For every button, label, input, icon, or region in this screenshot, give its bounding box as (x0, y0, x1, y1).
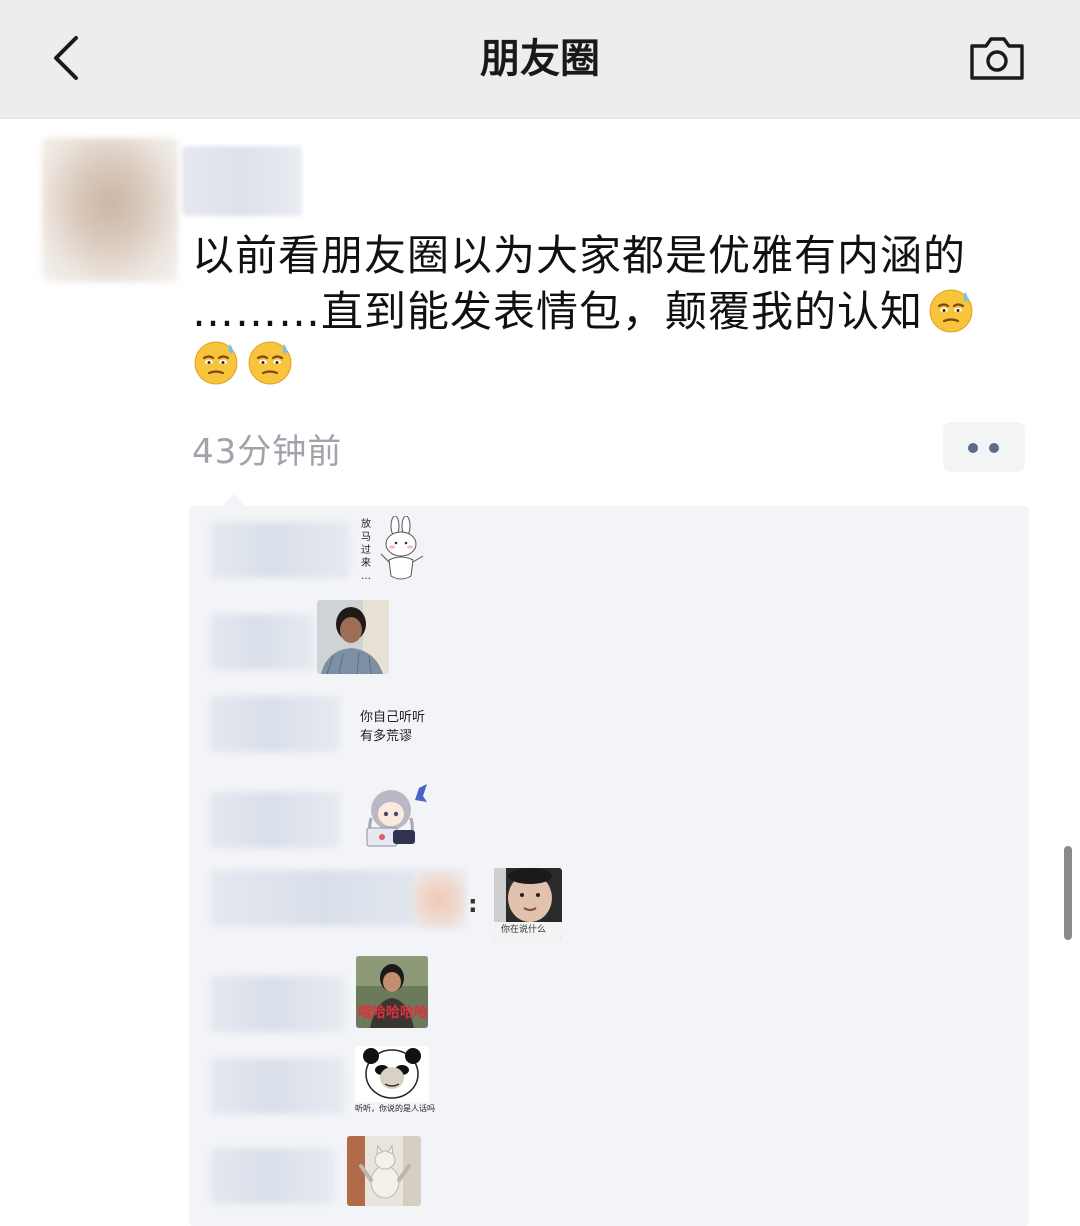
sticker-caption: 听听，你说的是人话吗 (355, 1104, 435, 1113)
commenter-name[interactable] (210, 522, 350, 578)
comment-row[interactable] (189, 782, 1029, 852)
sweat-smile-emoji-icon (248, 341, 292, 385)
cat-photo-sticker-icon[interactable] (347, 1136, 421, 1206)
woman-photo-sticker-icon[interactable] (317, 600, 389, 674)
anime-girl-laptop-sticker-icon[interactable] (357, 782, 429, 848)
comment-row[interactable]: 放 马 过 来 … (189, 516, 1029, 596)
avatar[interactable] (42, 138, 178, 282)
more-dot-icon (989, 443, 999, 453)
sweat-smile-emoji-icon (929, 289, 973, 333)
comment-row[interactable]: 你自己听听 有多荒谬 (189, 692, 1029, 756)
comment-row[interactable]: : 你在说什么 (189, 866, 1029, 942)
post-text-line-2-text: ………直到能发表情包，颠覆我的认知 (192, 287, 924, 336)
more-actions-button[interactable] (943, 422, 1025, 472)
post-text-line-2: ………直到能发表情包，颠覆我的认知 (192, 284, 1032, 340)
commenter-name[interactable] (210, 696, 340, 752)
nav-bar: 朋友圈 (0, 0, 1080, 119)
commenter-name[interactable] (210, 614, 315, 670)
blurred-avatar-inline (414, 872, 464, 928)
emoji-row (192, 338, 300, 390)
text-sticker[interactable]: 你自己听听 有多荒谬 (360, 708, 425, 746)
comment-row[interactable]: 哦哈哈哈哈 (189, 954, 1029, 1034)
rabbit-sticker-icon[interactable] (375, 516, 427, 586)
colon-separator: : (468, 890, 478, 918)
comments-panel: 放 马 过 来 … 你自己听听 有多荒谬: 你在说什么 哦哈哈哈哈 听听，你说… (189, 506, 1029, 1226)
post-content: 以前看朋友圈以为大家都是优雅有内涵的 ………直到能发表情包，颠覆我的认知 (192, 228, 1032, 340)
comment-row[interactable] (189, 1134, 1029, 1208)
commenter-name[interactable] (210, 976, 345, 1032)
page-title: 朋友圈 (480, 36, 600, 82)
more-dot-icon (968, 443, 978, 453)
comment-row[interactable] (189, 600, 1029, 680)
chevron-left-icon (54, 36, 78, 80)
scrollbar-thumb[interactable] (1064, 846, 1072, 940)
camera-icon (970, 37, 1024, 80)
comment-row[interactable]: 听听，你说的是人话吗 (189, 1046, 1029, 1122)
sticker-caption: 你在说什么 (501, 925, 547, 935)
post-text-line-1: 以前看朋友圈以为大家都是优雅有内涵的 (192, 231, 967, 280)
commenter-name[interactable] (210, 1148, 335, 1204)
commenter-name[interactable] (210, 1058, 345, 1114)
username[interactable] (182, 146, 302, 216)
back-button[interactable] (38, 22, 98, 92)
panda-meme-sticker-icon[interactable] (355, 1046, 429, 1102)
camera-button[interactable] (964, 30, 1030, 90)
post-timestamp: 43分钟前 (192, 432, 343, 472)
sticker-caption: 放 马 过 来 … (361, 519, 371, 582)
commenter-name[interactable] (210, 792, 340, 848)
sweat-smile-emoji-icon (194, 341, 238, 385)
comments-caret (222, 494, 246, 506)
sticker-caption: 哦哈哈哈哈 (358, 1005, 428, 1021)
